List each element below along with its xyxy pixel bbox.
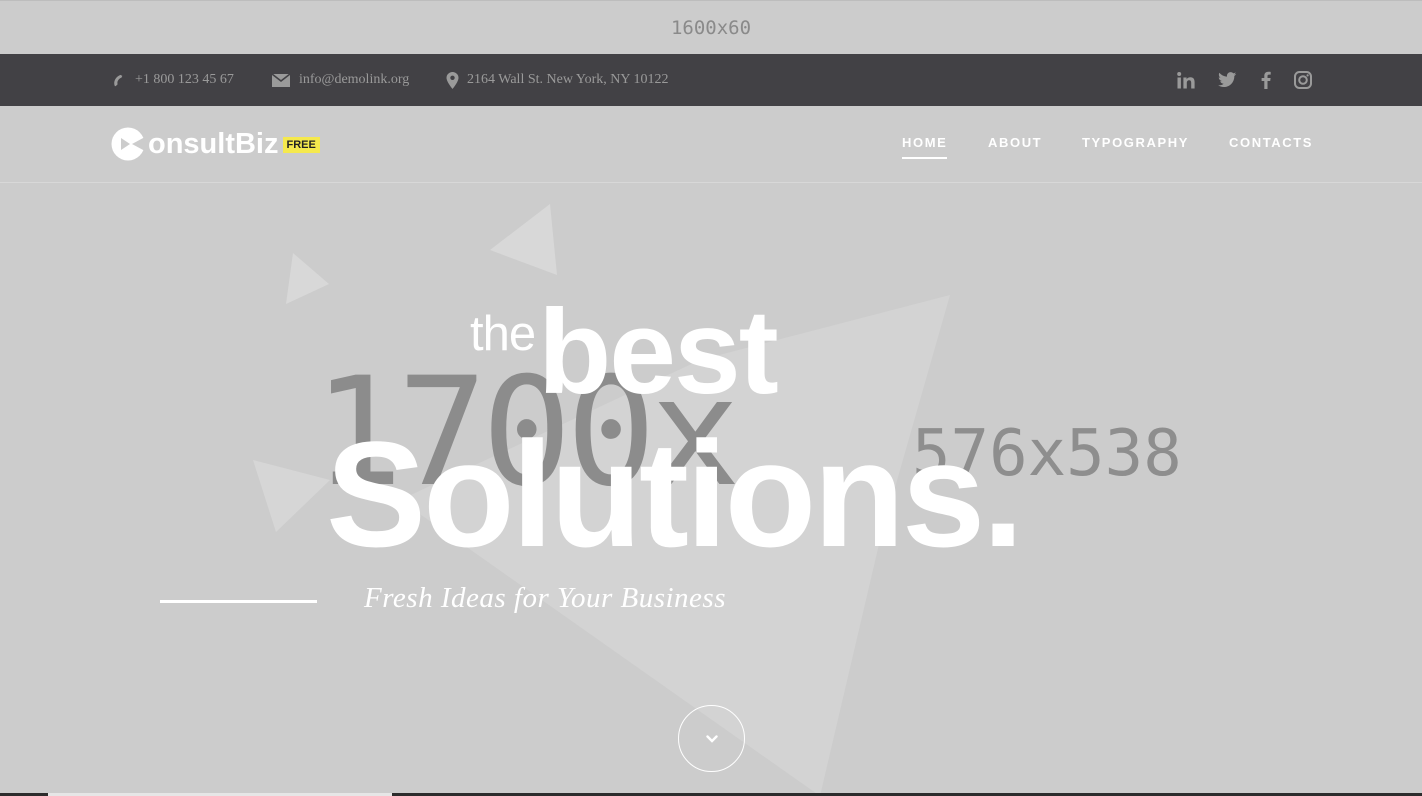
- triangle-shape-left: [286, 253, 329, 304]
- scroll-down-button[interactable]: [678, 705, 745, 772]
- hero-divider-line: [160, 600, 317, 603]
- hero-headline-the: the: [470, 307, 536, 361]
- hero-headline-solutions: Solutions.: [326, 410, 1024, 578]
- hero-headline-best: best: [538, 285, 779, 419]
- chevron-down-icon: [705, 734, 718, 743]
- triangle-shape-top: [490, 204, 557, 275]
- hero-tagline: Fresh Ideas for Your Business: [364, 582, 726, 614]
